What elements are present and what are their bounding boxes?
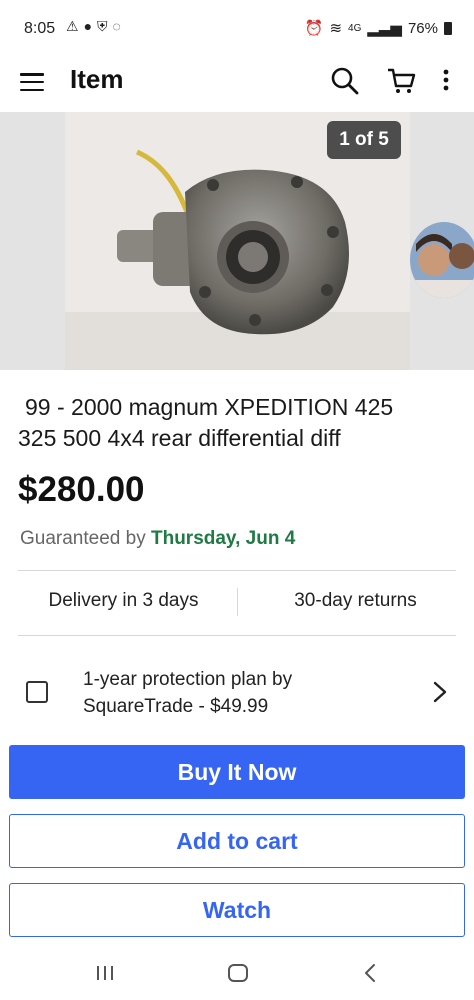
photo-counter: 1 of 5 [327,121,401,159]
page-title: Item [70,64,124,94]
status-time: 8:05 [24,20,56,37]
menu-icon[interactable] [20,70,44,94]
protection-plan-text[interactable]: 1-year protection plan by SquareTrade - … [83,666,292,720]
chat-head-avatar[interactable] [410,222,474,298]
battery-level: 76% [407,19,438,37]
home-icon[interactable] [227,963,249,983]
notification-icons: ⚠ ● ⛨ ◌ [66,18,121,35]
protection-plan-checkbox[interactable] [26,681,48,703]
chevron-right-icon[interactable] [430,680,450,704]
recent-apps-icon[interactable] [95,964,115,982]
wifi-icon: ≋ [329,20,343,37]
listing-title-line-2: 325 500 4x4 rear differential diff [18,425,341,451]
protection-plan-line-1: 1-year protection plan by [83,669,293,690]
divider [18,570,456,571]
app-icon: ● [83,18,93,34]
status-bar: 8:05 ⚠ ● ⛨ ◌ ⏰ ≋ 4G ▂▃▅ 76% [0,0,474,58]
buy-it-now-button[interactable]: Buy It Now [9,745,465,799]
add-to-cart-button[interactable]: Add to cart [9,814,465,868]
app-header: Item [0,58,474,110]
guarantee-date: Thursday, Jun 4 [150,528,296,549]
listing-title: 99 - 2000 magnum XPEDITION 425 325 500 4… [18,392,458,454]
system-nav-bar [0,945,474,1000]
image-gallery[interactable]: 1 of 5 [0,112,474,370]
signal-icon: ▂▃▅ [367,20,402,37]
status-right: ⏰ ≋ 4G ▂▃▅ 76% [305,19,452,37]
back-icon[interactable] [362,963,378,983]
network-type: 4G [348,22,362,34]
search-icon[interactable] [330,66,360,96]
listing-title-line-1: 99 - 2000 magnum XPEDITION 425 [25,394,394,420]
cart-icon[interactable] [386,66,416,96]
messenger-icon: ◌ [112,18,121,34]
battery-icon [444,21,452,35]
more-vertical-icon[interactable] [440,66,452,96]
shield-icon: ⛨ [97,18,108,34]
returns-info: 30-day returns [294,590,417,611]
divider [18,635,456,636]
alarm-icon: ⏰ [304,20,324,37]
warning-icon: ⚠ [66,18,79,34]
delivery-info: Delivery in 3 days [48,590,199,611]
delivery-guarantee: Guaranteed by Thursday, Jun 4 [20,528,295,550]
protection-plan-line-2: SquareTrade - $49.99 [83,696,269,717]
watch-button[interactable]: Watch [9,883,465,937]
price: $280.00 [18,470,145,509]
guarantee-prefix: Guaranteed by [20,528,146,549]
